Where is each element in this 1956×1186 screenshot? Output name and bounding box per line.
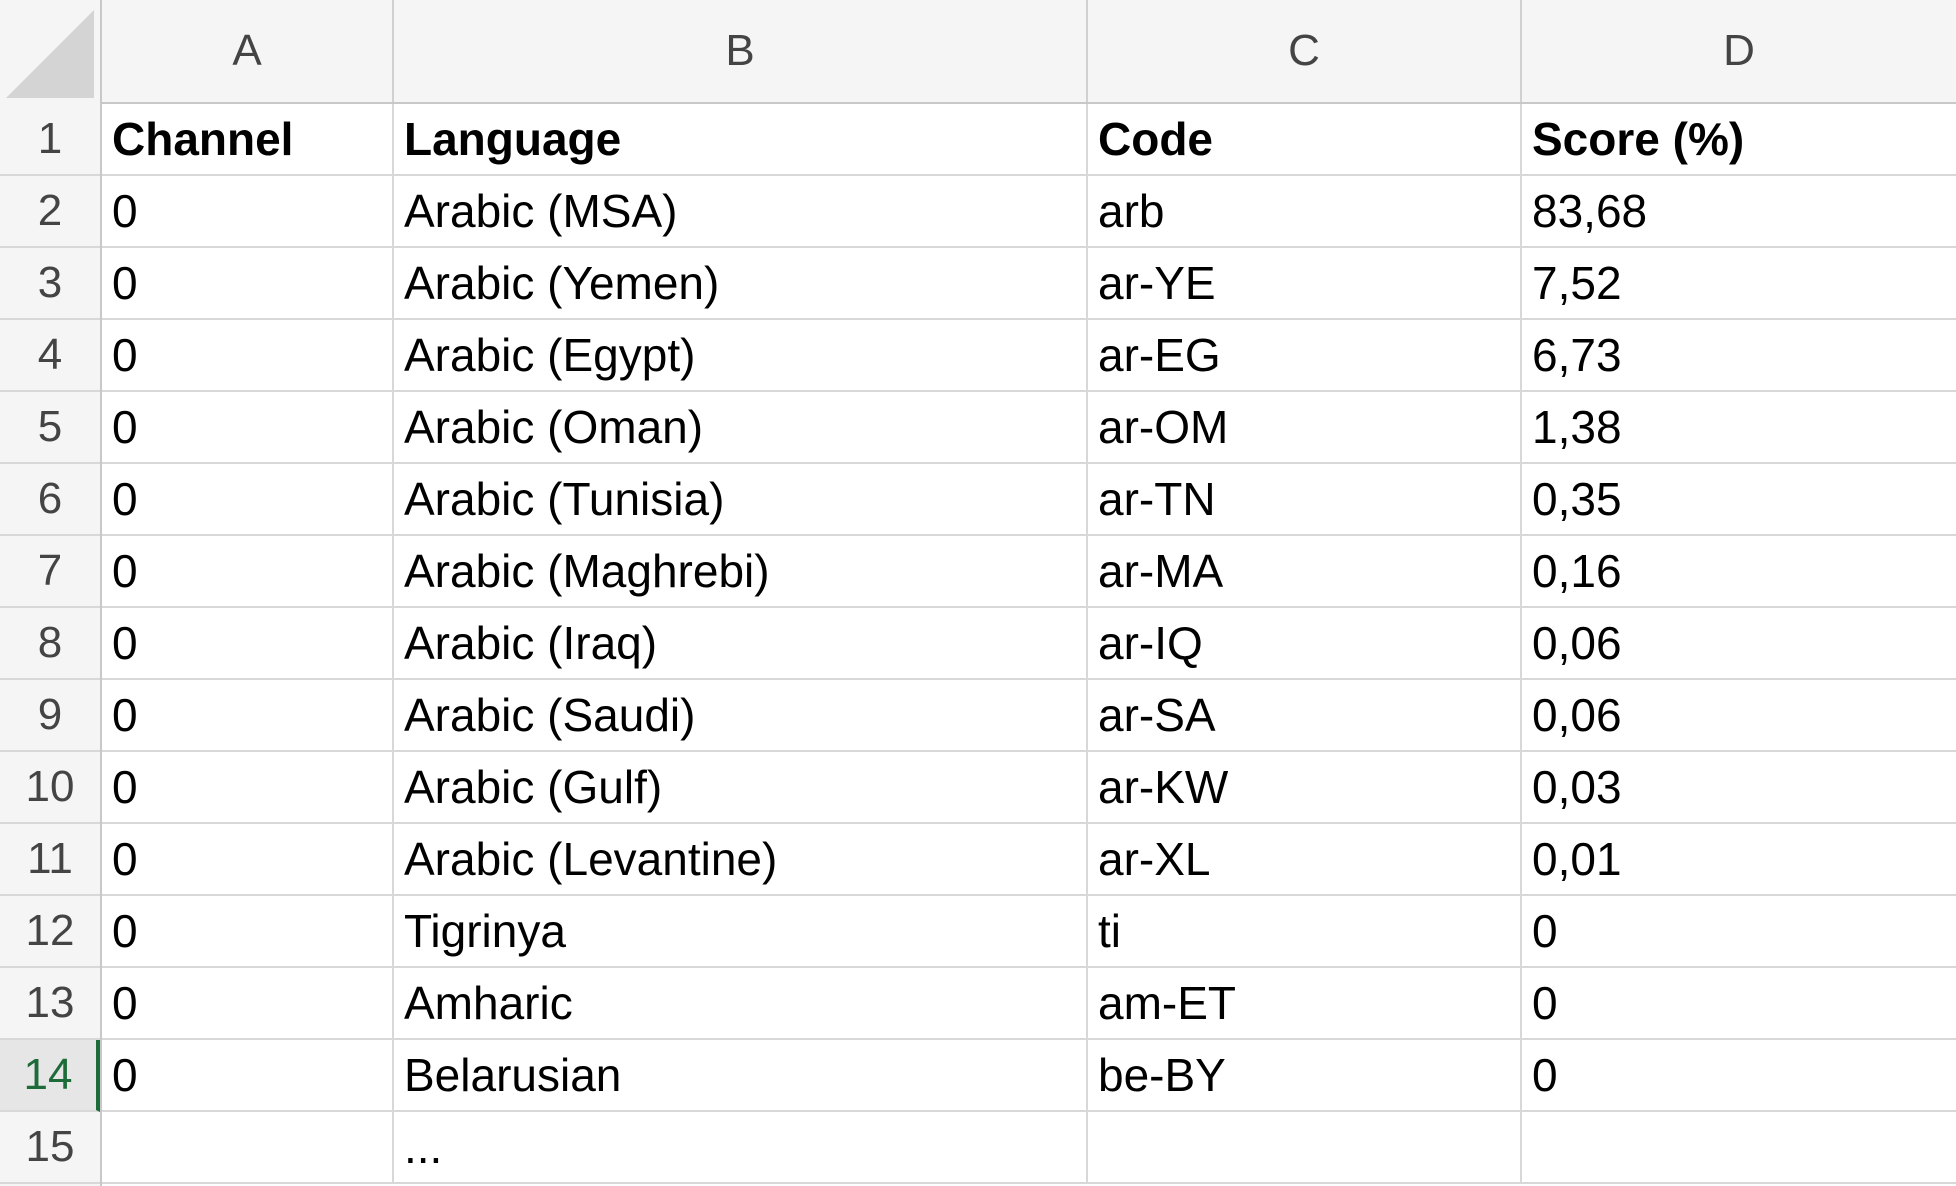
row-header-8[interactable]: 8 (0, 608, 100, 680)
cell-d14[interactable]: 0 (1522, 1040, 1956, 1110)
table-row: 0 Arabic (Yemen) ar-YE 7,52 (102, 248, 1956, 320)
cell-d9[interactable]: 0,06 (1522, 680, 1956, 750)
row-header-3[interactable]: 3 (0, 248, 100, 320)
spreadsheet: A B C D 1 Channel Language Code Score (%) 2 0 A… (0, 0, 1956, 1186)
cell-b11[interactable]: Arabic (Levantine) (394, 824, 1088, 894)
table-row: 0 Arabic (MSA) arb 83,68 (102, 176, 1956, 248)
table-row: 0 Arabic (Iraq) ar-IQ 0,06 (102, 608, 1956, 680)
cell-c14[interactable]: be-BY (1088, 1040, 1522, 1110)
cell-a13[interactable]: 0 (102, 968, 394, 1038)
column-header-c[interactable]: C (1088, 0, 1522, 102)
cell-a14[interactable]: 0 (102, 1040, 394, 1110)
cell-d10[interactable]: 0,03 (1522, 752, 1956, 822)
cell-b7[interactable]: Arabic (Maghrebi) (394, 536, 1088, 606)
cell-a6[interactable]: 0 (102, 464, 394, 534)
cell-b3[interactable]: Arabic (Yemen) (394, 248, 1088, 318)
cell-c2[interactable]: arb (1088, 176, 1522, 246)
cell-b10[interactable]: Arabic (Gulf) (394, 752, 1088, 822)
row-header-14[interactable]: 14 (0, 1040, 100, 1112)
cell-c1[interactable]: Code (1088, 104, 1522, 174)
cell-d5[interactable]: 1,38 (1522, 392, 1956, 462)
cell-a2[interactable]: 0 (102, 176, 394, 246)
cell-b13[interactable]: Amharic (394, 968, 1088, 1038)
cell-c10[interactable]: ar-KW (1088, 752, 1522, 822)
cell-d13[interactable]: 0 (1522, 968, 1956, 1038)
cell-b12[interactable]: Tigrinya (394, 896, 1088, 966)
table-row: 0 Arabic (Maghrebi) ar-MA 0,16 (102, 536, 1956, 608)
cell-c15[interactable] (1088, 1112, 1522, 1182)
cell-d2[interactable]: 83,68 (1522, 176, 1956, 246)
table-row: Channel Language Code Score (%) (102, 104, 1956, 176)
cell-c8[interactable]: ar-IQ (1088, 608, 1522, 678)
cell-d7[interactable]: 0,16 (1522, 536, 1956, 606)
table-row: 0 Arabic (Gulf) ar-KW 0,03 (102, 752, 1956, 824)
cell-d12[interactable]: 0 (1522, 896, 1956, 966)
column-header-b[interactable]: B (394, 0, 1088, 102)
cell-a10[interactable]: 0 (102, 752, 394, 822)
cell-d4[interactable]: 6,73 (1522, 320, 1956, 390)
table-row: ... (102, 1112, 1956, 1184)
cell-d1[interactable]: Score (%) (1522, 104, 1956, 174)
cell-a15[interactable] (102, 1112, 394, 1182)
cell-c7[interactable]: ar-MA (1088, 536, 1522, 606)
table-row: 0 Amharic am-ET 0 (102, 968, 1956, 1040)
cell-c6[interactable]: ar-TN (1088, 464, 1522, 534)
cell-d15[interactable] (1522, 1112, 1956, 1182)
cell-b14[interactable]: Belarusian (394, 1040, 1088, 1110)
cell-b8[interactable]: Arabic (Iraq) (394, 608, 1088, 678)
row-header-6[interactable]: 6 (0, 464, 100, 536)
row-header-12[interactable]: 12 (0, 896, 100, 968)
cell-c5[interactable]: ar-OM (1088, 392, 1522, 462)
cell-c11[interactable]: ar-XL (1088, 824, 1522, 894)
cell-d3[interactable]: 7,52 (1522, 248, 1956, 318)
table-row: 0 Arabic (Saudi) ar-SA 0,06 (102, 680, 1956, 752)
cell-c12[interactable]: ti (1088, 896, 1522, 966)
table-row: 0 Arabic (Oman) ar-OM 1,38 (102, 392, 1956, 464)
row-header-11[interactable]: 11 (0, 824, 100, 896)
table-row: 0 Belarusian be-BY 0 (102, 1040, 1956, 1112)
row-header-13[interactable]: 13 (0, 968, 100, 1040)
table-row: 0 Tigrinya ti 0 (102, 896, 1956, 968)
cell-b6[interactable]: Arabic (Tunisia) (394, 464, 1088, 534)
row-header-7[interactable]: 7 (0, 536, 100, 608)
row-header-5[interactable]: 5 (0, 392, 100, 464)
cell-b5[interactable]: Arabic (Oman) (394, 392, 1088, 462)
cell-c13[interactable]: am-ET (1088, 968, 1522, 1038)
column-header-d[interactable]: D (1522, 0, 1956, 102)
cell-a8[interactable]: 0 (102, 608, 394, 678)
cell-b9[interactable]: Arabic (Saudi) (394, 680, 1088, 750)
select-all-button[interactable] (0, 0, 102, 104)
cell-b1[interactable]: Language (394, 104, 1088, 174)
cell-c3[interactable]: ar-YE (1088, 248, 1522, 318)
cell-b15[interactable]: ... (394, 1112, 1088, 1182)
column-header-row: A B C D (0, 0, 1956, 104)
cell-d6[interactable]: 0,35 (1522, 464, 1956, 534)
cell-a1[interactable]: Channel (102, 104, 394, 174)
cell-a12[interactable]: 0 (102, 896, 394, 966)
row-header-2[interactable]: 2 (0, 176, 100, 248)
cell-d8[interactable]: 0,06 (1522, 608, 1956, 678)
cell-a5[interactable]: 0 (102, 392, 394, 462)
cell-a9[interactable]: 0 (102, 680, 394, 750)
cell-a11[interactable]: 0 (102, 824, 394, 894)
cell-b4[interactable]: Arabic (Egypt) (394, 320, 1088, 390)
cell-b2[interactable]: Arabic (MSA) (394, 176, 1088, 246)
row-header-1[interactable]: 1 (0, 104, 100, 176)
table-row: 0 Arabic (Levantine) ar-XL 0,01 (102, 824, 1956, 896)
table-row: 0 Arabic (Tunisia) ar-TN 0,35 (102, 464, 1956, 536)
cell-a3[interactable]: 0 (102, 248, 394, 318)
row-header-9[interactable]: 9 (0, 680, 100, 752)
cell-d11[interactable]: 0,01 (1522, 824, 1956, 894)
cell-a4[interactable]: 0 (102, 320, 394, 390)
row-header-15[interactable]: 15 (0, 1112, 100, 1184)
row-header-10[interactable]: 10 (0, 752, 100, 824)
select-all-triangle-icon (6, 10, 94, 98)
cell-a7[interactable]: 0 (102, 536, 394, 606)
row-header-4[interactable]: 4 (0, 320, 100, 392)
table-row: 0 Arabic (Egypt) ar-EG 6,73 (102, 320, 1956, 392)
cell-c4[interactable]: ar-EG (1088, 320, 1522, 390)
column-header-a[interactable]: A (102, 0, 394, 102)
cell-c9[interactable]: ar-SA (1088, 680, 1522, 750)
